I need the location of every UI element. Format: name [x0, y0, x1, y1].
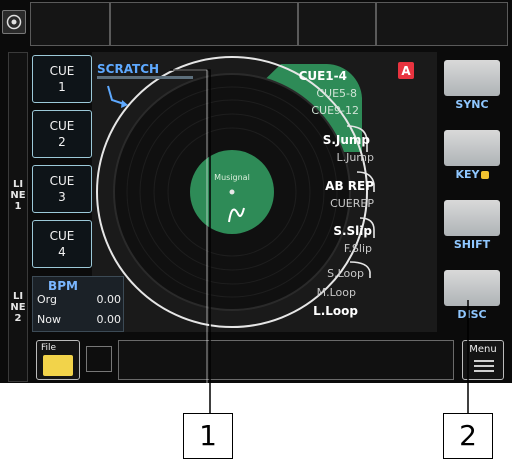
callout-1: 1: [183, 413, 233, 459]
callout-1-leader: [170, 69, 211, 414]
callout-leaders: [170, 69, 469, 414]
callout-2: 2: [443, 413, 493, 459]
